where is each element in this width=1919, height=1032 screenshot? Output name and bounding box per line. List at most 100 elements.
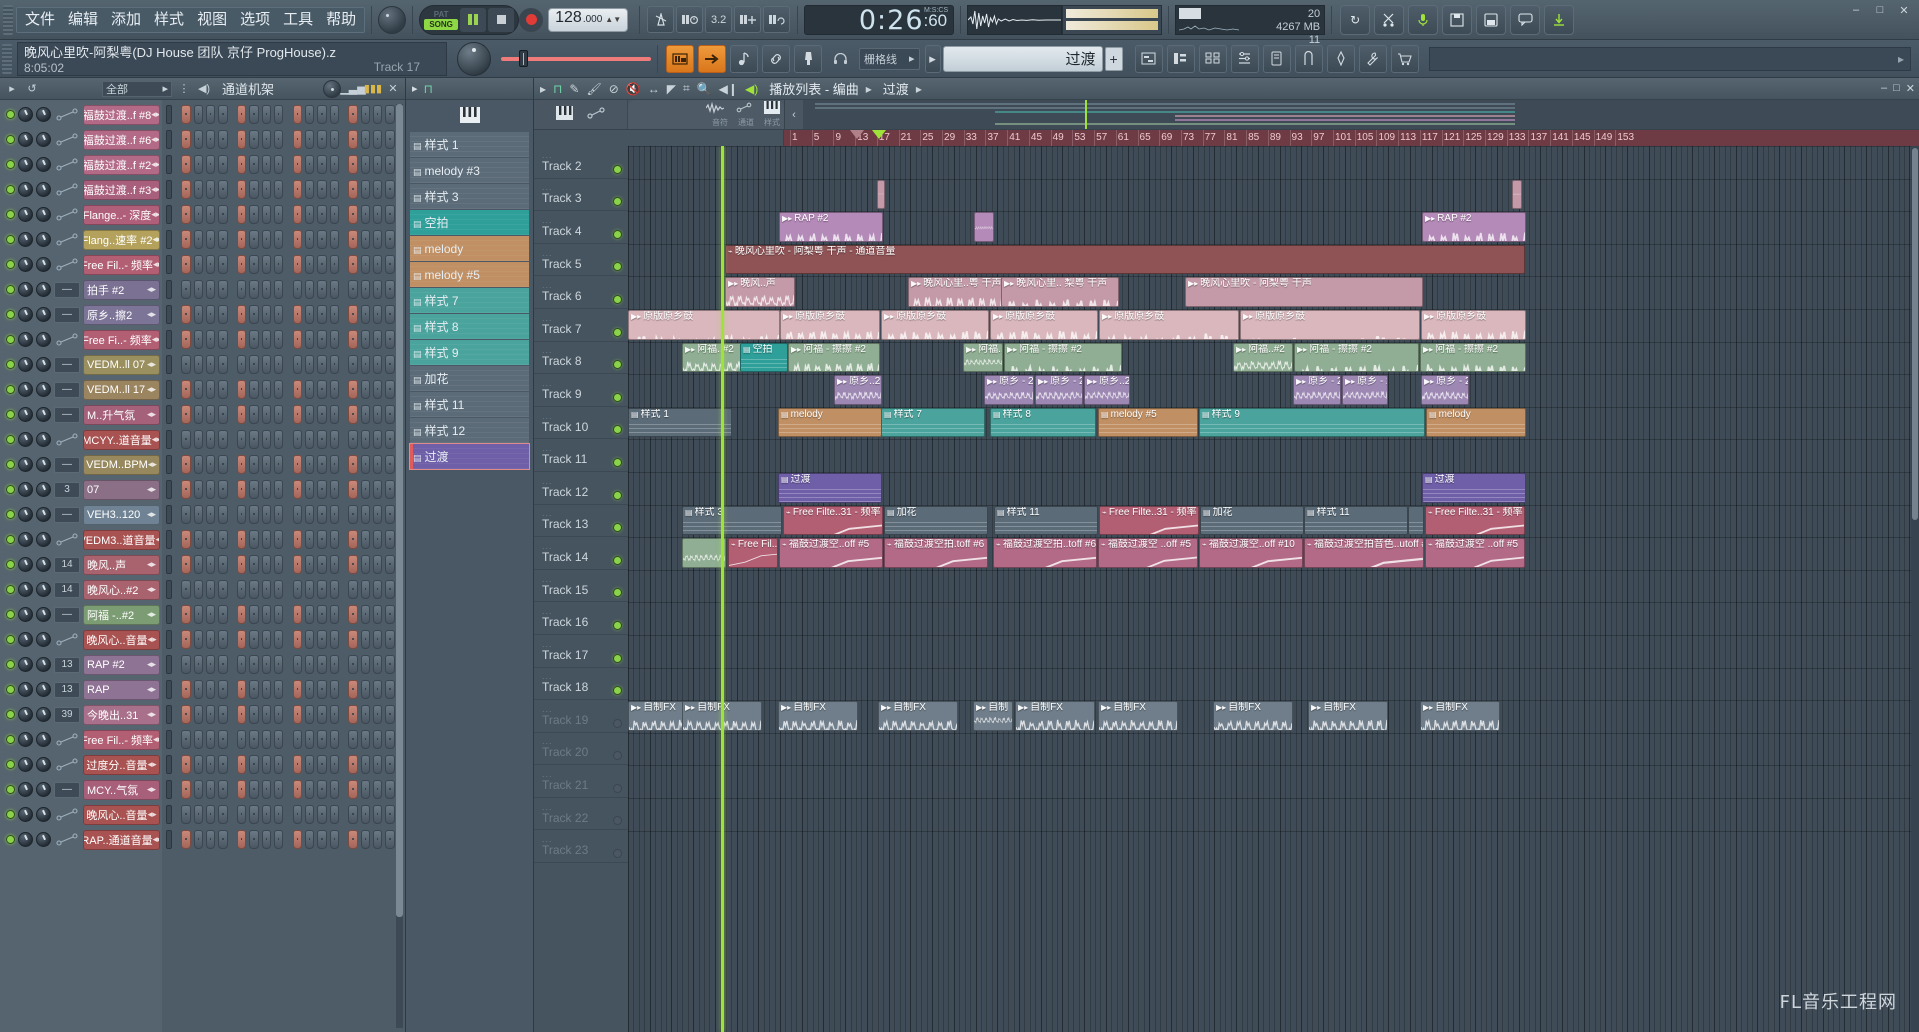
- channel-route-number[interactable]: —: [54, 282, 80, 298]
- step-button[interactable]: [361, 730, 370, 749]
- step-button[interactable]: [348, 205, 357, 224]
- step-row[interactable]: [166, 527, 401, 552]
- channel-row[interactable]: — VEDM..ll 17 ◂▸: [0, 377, 162, 402]
- step-button[interactable]: [385, 255, 394, 274]
- step-button[interactable]: [262, 655, 271, 674]
- channel-volume-knob[interactable]: [36, 807, 51, 822]
- step-button[interactable]: [373, 530, 382, 549]
- track-handle[interactable]: ...: [542, 803, 628, 811]
- playlist-track-header[interactable]: ... Track 19: [534, 700, 628, 733]
- step-button[interactable]: [305, 130, 314, 149]
- step-button[interactable]: [218, 455, 227, 474]
- playlist-clip[interactable]: ⌁ Free Filte..31 - 频率: [1425, 506, 1525, 536]
- playlist-clip[interactable]: ⌁ 福鼓过渡空 ..off #5: [1098, 538, 1198, 568]
- channel-led[interactable]: [6, 360, 15, 369]
- step-button[interactable]: [237, 805, 246, 824]
- step-button[interactable]: [305, 480, 314, 499]
- step-button[interactable]: [181, 355, 190, 374]
- channel-volume-knob[interactable]: [36, 282, 51, 297]
- step-button[interactable]: [305, 155, 314, 174]
- step-button[interactable]: [330, 105, 339, 124]
- step-row[interactable]: [166, 202, 401, 227]
- playlist-clip[interactable]: ▶▸阿福..#2: [963, 343, 1003, 373]
- step-button[interactable]: [361, 630, 370, 649]
- playlist-clip[interactable]: ⌁ 福鼓过渡空..off #5: [779, 538, 883, 568]
- step-button[interactable]: [181, 580, 190, 599]
- playlist-clip[interactable]: ▤ melody: [1426, 408, 1526, 438]
- channel-led[interactable]: [6, 310, 15, 319]
- channel-volume-knob[interactable]: [36, 507, 51, 522]
- step-button[interactable]: [330, 530, 339, 549]
- step-button[interactable]: [305, 255, 314, 274]
- paint-tool-button[interactable]: [698, 45, 726, 73]
- step-button[interactable]: [385, 780, 394, 799]
- step-button[interactable]: [274, 555, 283, 574]
- step-button[interactable]: [194, 655, 203, 674]
- step-row[interactable]: [166, 627, 401, 652]
- channel-led[interactable]: [6, 685, 15, 694]
- headphone-tool-button[interactable]: [826, 45, 854, 73]
- step-button[interactable]: [249, 705, 258, 724]
- step-button[interactable]: [348, 605, 357, 624]
- channel-pan-knob[interactable]: [18, 432, 33, 447]
- track-handle[interactable]: ...: [542, 444, 628, 452]
- step-button[interactable]: [274, 305, 283, 324]
- playlist-clip[interactable]: ▶▸原乡 - 2: [984, 375, 1034, 405]
- track-handle[interactable]: ...: [542, 607, 628, 615]
- channel-volume-knob[interactable]: [36, 582, 51, 597]
- zoom-icon[interactable]: 🔍: [697, 82, 712, 96]
- step-button[interactable]: [206, 830, 215, 849]
- step-button[interactable]: [274, 330, 283, 349]
- channel-led[interactable]: [6, 460, 15, 469]
- playlist-clip[interactable]: ▤ 加花: [1200, 506, 1304, 536]
- step-button[interactable]: [373, 155, 382, 174]
- step-button[interactable]: [385, 355, 394, 374]
- slip-icon[interactable]: ↔: [648, 82, 660, 96]
- close-button[interactable]: ✕: [1893, 2, 1915, 18]
- step-button[interactable]: [373, 830, 382, 849]
- channel-name-button[interactable]: 拍手 #2 ◂▸: [83, 280, 160, 300]
- playlist-clip[interactable]: [877, 180, 885, 210]
- channel-volume-knob[interactable]: [36, 682, 51, 697]
- track-handle[interactable]: ...: [542, 216, 628, 224]
- step-button[interactable]: [237, 755, 246, 774]
- channel-led[interactable]: [6, 535, 15, 544]
- step-button[interactable]: [385, 680, 394, 699]
- channel-name-button[interactable]: VEDM..ll 07 ◂▸: [83, 355, 160, 375]
- step-button[interactable]: [262, 730, 271, 749]
- step-button[interactable]: [348, 130, 357, 149]
- playlist-clip[interactable]: ▶▸原乡 - 2: [1421, 375, 1469, 405]
- playlist-clip[interactable]: [974, 212, 994, 242]
- step-button[interactable]: [385, 230, 394, 249]
- channel-pan-knob[interactable]: [18, 832, 33, 847]
- step-button[interactable]: [293, 555, 302, 574]
- step-button[interactable]: [218, 530, 227, 549]
- step-button[interactable]: [237, 130, 246, 149]
- step-button[interactable]: [317, 155, 326, 174]
- channel-row[interactable]: 福鼓过渡..f #6 ◂▸: [0, 127, 162, 152]
- step-button[interactable]: [249, 805, 258, 824]
- hint-bar[interactable]: ▸: [1429, 47, 1911, 71]
- channel-pan-knob[interactable]: [18, 757, 33, 772]
- stop-button[interactable]: [488, 8, 514, 32]
- channel-row[interactable]: VEDM3..道音量◂▸: [0, 527, 162, 552]
- step-button[interactable]: [373, 630, 382, 649]
- step-button[interactable]: [385, 155, 394, 174]
- step-button[interactable]: [249, 530, 258, 549]
- channel-route-number[interactable]: 14: [54, 557, 80, 573]
- step-row[interactable]: [166, 652, 401, 677]
- step-button[interactable]: [262, 455, 271, 474]
- track-handle[interactable]: ...: [542, 672, 628, 680]
- playlist-track-header[interactable]: ... Track 14: [534, 537, 628, 570]
- step-button[interactable]: [194, 105, 203, 124]
- track-enable-led[interactable]: [613, 230, 622, 239]
- metronome-icon[interactable]: [647, 6, 674, 33]
- playlist-clip[interactable]: [1512, 180, 1522, 210]
- step-button[interactable]: [330, 505, 339, 524]
- step-group-indicator[interactable]: [166, 555, 172, 574]
- channel-pan-knob[interactable]: [18, 257, 33, 272]
- channel-led[interactable]: [6, 585, 15, 594]
- step-button[interactable]: [305, 230, 314, 249]
- step-button[interactable]: [293, 105, 302, 124]
- step-row[interactable]: [166, 777, 401, 802]
